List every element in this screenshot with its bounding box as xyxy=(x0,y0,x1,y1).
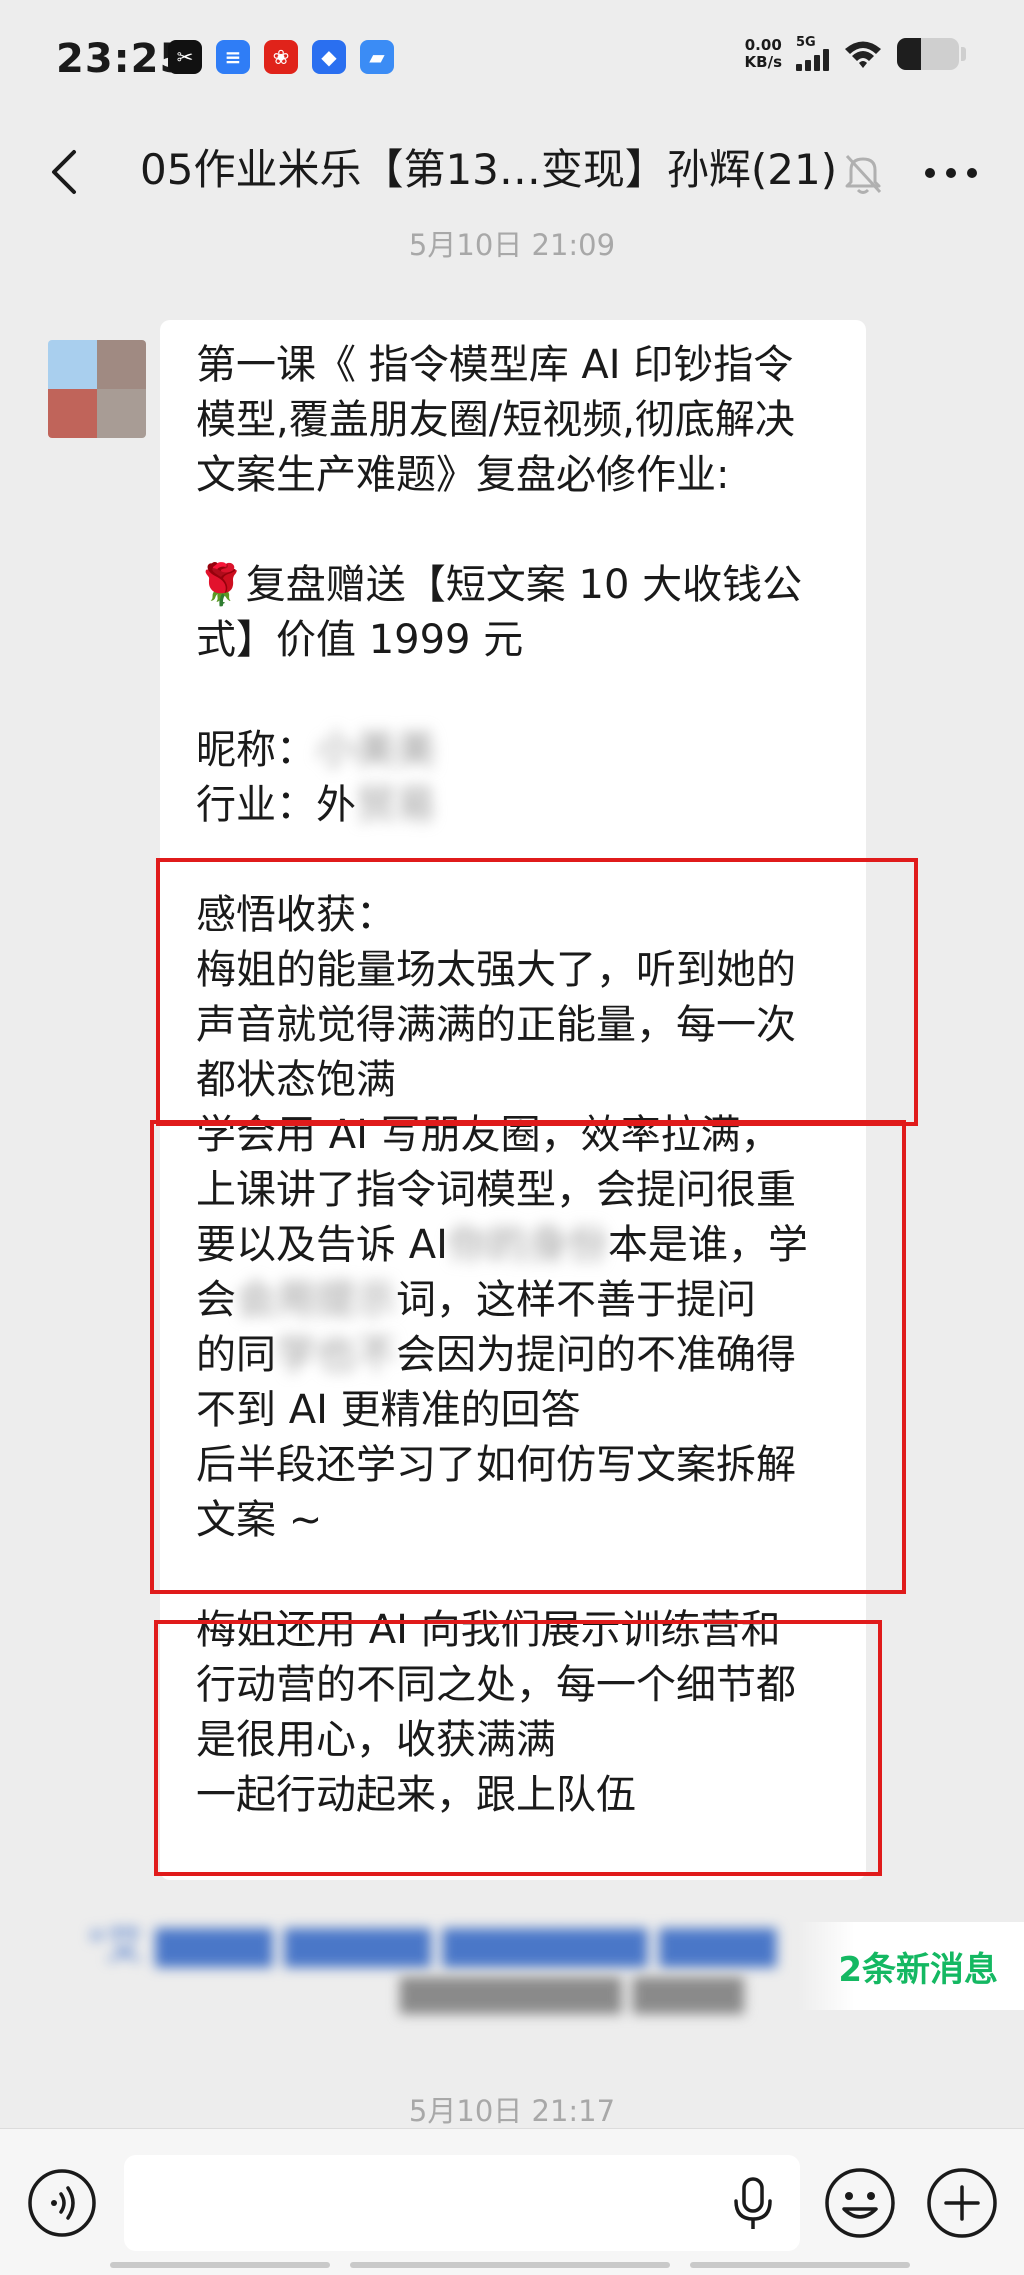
messages-icon: ≡ xyxy=(216,40,250,74)
network-type-label: 5G xyxy=(796,35,816,50)
battery-tip xyxy=(961,46,966,61)
mute-bell-icon xyxy=(845,154,882,194)
network-speed: 0.00 KB/s xyxy=(744,35,782,71)
redacted-industry: 贸易 xyxy=(356,782,436,828)
highlight-box-insight xyxy=(156,858,918,1126)
chat-title[interactable]: 05作业米乐【第13…变现】孙辉(21) xyxy=(140,142,837,198)
plus-icon[interactable] xyxy=(924,2165,1000,2241)
voice-input-icon[interactable] xyxy=(26,2167,98,2239)
message-line: 第一课《 指令模型库 AI 印钞指令 xyxy=(196,342,794,388)
battery-level-fill xyxy=(897,37,921,70)
wifi-icon xyxy=(845,41,881,68)
message-line: 文案生产难题》复盘必修作业: xyxy=(196,452,730,498)
pinduoduo-icon: ❀ xyxy=(264,40,298,74)
battery-icon xyxy=(897,37,959,70)
message-line: 式】价值 1999 元 xyxy=(196,617,524,663)
signal-bars-icon xyxy=(796,49,829,71)
status-right: 0.00 KB/s 5G xyxy=(745,36,966,71)
message-line: 行业：外 xyxy=(196,782,356,828)
sender-avatar[interactable] xyxy=(48,340,146,438)
notification-icons: ✂ ≡ ❀ ◆ ▰ xyxy=(168,40,394,74)
message-line: 🌹复盘赠送【短文案 10 大收钱公 xyxy=(196,562,803,608)
input-bar xyxy=(0,2128,1024,2275)
quoted-preview-line2: ▇▇▇▇▇▇▇▇ ▇▇▇▇ xyxy=(400,1973,744,2014)
new-messages-badge[interactable]: 2条新消息 xyxy=(798,1922,1024,2010)
message-line: 模型,覆盖朋友圈/短视频,彻底解决 xyxy=(196,397,795,443)
capcut-icon: ✂ xyxy=(168,40,202,74)
gesture-bar xyxy=(110,2262,910,2268)
redacted-nickname: 小美美 xyxy=(316,727,436,773)
cellular-signal: 5G xyxy=(796,36,829,71)
message-timestamp: 5月10日 21:09 xyxy=(408,228,616,262)
more-options-icon[interactable] xyxy=(920,148,982,198)
feishu-icon: ◆ xyxy=(312,40,346,74)
highlight-box-learning xyxy=(150,1120,906,1594)
emoji-icon[interactable] xyxy=(822,2165,898,2241)
message-input[interactable] xyxy=(124,2155,800,2251)
network-speed-value: 0.00 xyxy=(744,35,782,54)
network-speed-unit: KB/s xyxy=(744,52,782,71)
chat-header: 05作业米乐【第13…变现】孙辉(21) xyxy=(0,120,1024,220)
message-line: 昵称： xyxy=(196,727,316,773)
files-icon: ▰ xyxy=(360,40,394,74)
microphone-icon[interactable] xyxy=(728,2173,778,2235)
status-bar: 23:25 ✂ ≡ ❀ ◆ ▰ 0.00 KB/s 5G xyxy=(0,0,1024,120)
message-timestamp-bottom: 5月10日 21:17 xyxy=(408,2094,616,2128)
quoted-preview: "艾 ▇▇▇▇ ▇▇▇▇▇ ▇▇▇▇▇▇▇ ▇▇▇▇ xyxy=(88,1923,777,1967)
highlight-box-summary xyxy=(154,1620,882,1876)
new-message-preview[interactable]: "艾 ▇▇▇▇ ▇▇▇▇▇ ▇▇▇▇▇▇▇ ▇▇▇▇ ▇▇▇▇▇▇▇▇ ▇▇▇▇… xyxy=(70,1910,1024,2020)
back-arrow-icon[interactable] xyxy=(36,142,96,202)
